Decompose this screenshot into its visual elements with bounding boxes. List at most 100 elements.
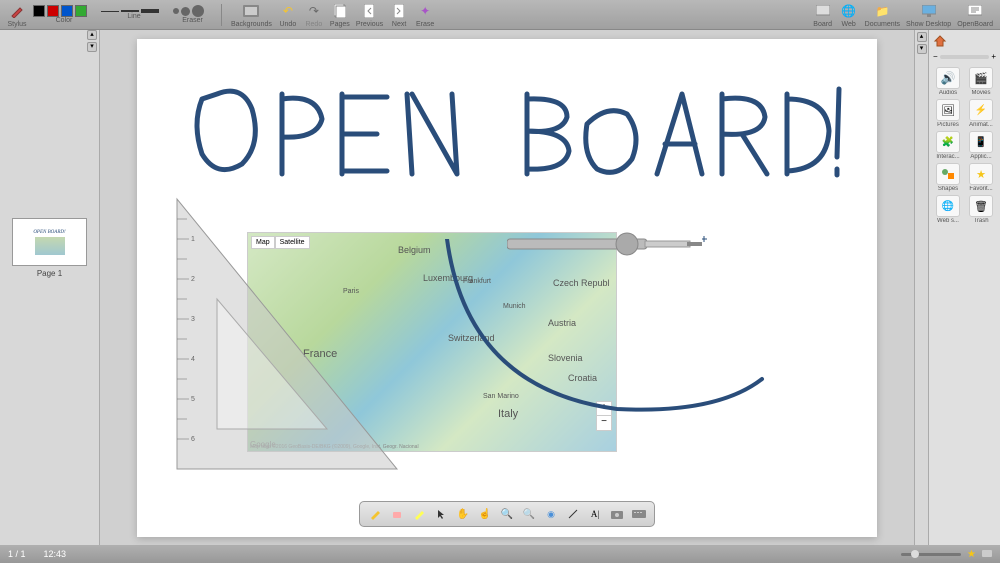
trash-icon: 🗑 — [974, 200, 988, 213]
erase-button[interactable]: ✦ Erase — [415, 1, 435, 28]
svg-text:1: 1 — [191, 236, 195, 243]
stylus-tool[interactable]: Stylus — [7, 1, 27, 28]
hand-button[interactable]: ✋ — [454, 505, 472, 523]
handwriting-text — [187, 69, 847, 199]
zoom-handle[interactable] — [911, 550, 919, 558]
next-button[interactable]: Next — [389, 1, 409, 28]
color-green[interactable] — [75, 5, 87, 17]
zoom-out-icon: 🔍 — [523, 509, 535, 520]
color-blue[interactable] — [61, 5, 73, 17]
library-grid: 🔊Audios 🎬Movies 🖼Pictures ⚡Animat... 🧩In… — [933, 67, 996, 224]
text-icon: A| — [591, 509, 599, 519]
pointer-icon — [435, 508, 447, 520]
backgrounds-button[interactable]: Backgrounds — [231, 1, 272, 28]
panel-up-button[interactable]: ▴ — [87, 30, 97, 40]
zoom-out-button[interactable]: 🔍 — [520, 505, 538, 523]
library-applications[interactable]: 📱Applic... — [966, 131, 996, 160]
slider-minus-icon[interactable]: − — [933, 52, 938, 61]
openboard-icon — [968, 5, 982, 17]
eraser-tool-button[interactable] — [388, 505, 406, 523]
eraser-med[interactable] — [181, 7, 190, 16]
openboard-menu-button[interactable]: OpenBoard — [957, 1, 993, 28]
line-icon — [567, 508, 579, 520]
web-icon: 🌐 — [942, 201, 954, 212]
library-trash[interactable]: 🗑Trash — [966, 195, 996, 224]
icon-size-slider[interactable] — [940, 55, 990, 59]
picture-icon: 🖼 — [941, 104, 955, 117]
whiteboard-canvas[interactable]: Map Satellite Belgium Luxembourg France … — [137, 39, 877, 537]
audio-icon: 🔊 — [941, 71, 956, 85]
pages-button[interactable]: Pages — [330, 1, 350, 28]
library-websearch[interactable]: 🌐Web s... — [933, 195, 963, 224]
zoom-in-button[interactable]: 🔍 — [498, 505, 516, 523]
bottom-toolbar: ✋ ☝ 🔍 🔍 ◉ A| — [359, 501, 655, 527]
undo-button[interactable]: ↶ Undo — [278, 1, 298, 28]
laser-button[interactable]: ◉ — [542, 505, 560, 523]
eraser-small[interactable] — [173, 8, 179, 14]
previous-button[interactable]: Previous — [356, 1, 383, 28]
eraser-large[interactable] — [192, 5, 204, 17]
thumb-map-icon — [35, 237, 65, 255]
library-shapes[interactable]: Shapes — [933, 163, 963, 192]
side-up-button[interactable]: ▴ — [917, 32, 927, 42]
color-black[interactable] — [33, 5, 45, 17]
board-icon — [816, 5, 830, 17]
finger-button[interactable]: ☝ — [476, 505, 494, 523]
show-desktop-button[interactable]: Show Desktop — [906, 1, 951, 28]
side-down-button[interactable]: ▾ — [917, 44, 927, 54]
erase-icon: ✦ — [420, 4, 430, 18]
backgrounds-icon — [243, 5, 259, 17]
globe-icon: 🌐 — [841, 4, 856, 18]
clock: 12:43 — [44, 549, 67, 559]
color-picker: Color — [33, 5, 95, 24]
pages-panel: ▴ ▾ OPEN BOARD! Page 1 — [0, 30, 100, 545]
separator — [221, 4, 222, 26]
redo-icon: ↷ — [309, 4, 319, 18]
star-icon: ★ — [976, 168, 986, 181]
hand-icon: ✋ — [457, 509, 469, 520]
library-favorites[interactable]: ★Favorit... — [966, 163, 996, 192]
camera-icon — [611, 509, 623, 519]
slider-plus-icon[interactable]: + — [991, 52, 996, 61]
line-med[interactable] — [121, 10, 139, 12]
library-pictures[interactable]: 🖼Pictures — [933, 99, 963, 128]
pointer-button[interactable] — [432, 505, 450, 523]
library-animations[interactable]: ⚡Animat... — [966, 99, 996, 128]
compass-tool[interactable] — [507, 214, 707, 274]
highlighter-button[interactable] — [410, 505, 428, 523]
pen-tool-button[interactable] — [366, 505, 384, 523]
panel-down-button[interactable]: ▾ — [87, 42, 97, 52]
library-interactivities[interactable]: 🧩Interac... — [933, 131, 963, 160]
text-button[interactable]: A| — [586, 505, 604, 523]
finger-icon: ☝ — [479, 509, 491, 520]
shapes-icon — [941, 168, 955, 180]
line-thin[interactable] — [101, 11, 119, 12]
page-thumbnail[interactable]: OPEN BOARD! — [12, 218, 87, 266]
library-panel: − + 🔊Audios 🎬Movies 🖼Pictures ⚡Animat...… — [928, 30, 1000, 545]
status-keyboard-icon[interactable] — [982, 549, 992, 559]
line-button[interactable] — [564, 505, 582, 523]
keyboard-button[interactable] — [630, 505, 648, 523]
triangle-ruler-tool[interactable]: 123456 — [157, 189, 417, 479]
library-movies[interactable]: 🎬Movies — [966, 67, 996, 96]
laser-icon: ◉ — [547, 509, 555, 520]
pen-icon — [10, 4, 24, 18]
eraser-size: Eraser — [173, 5, 212, 24]
home-icon[interactable] — [933, 34, 947, 48]
capture-button[interactable] — [608, 505, 626, 523]
zoom-in-icon: 🔍 — [501, 509, 513, 520]
redo-button[interactable]: ↷ Redo — [304, 1, 324, 28]
status-bar: 1 / 1 12:43 ★ — [0, 545, 1000, 563]
favorite-star-icon[interactable]: ★ — [967, 549, 976, 560]
color-red[interactable] — [47, 5, 59, 17]
zoom-slider[interactable] — [901, 553, 961, 556]
library-audios[interactable]: 🔊Audios — [933, 67, 963, 96]
line-thick[interactable] — [141, 9, 159, 13]
documents-button[interactable]: 📁 Documents — [865, 1, 900, 28]
folder-icon: 📁 — [875, 5, 889, 18]
web-mode-button[interactable]: 🌐 Web — [839, 1, 859, 28]
board-mode-button[interactable]: Board — [813, 1, 833, 28]
keyboard-icon — [632, 509, 646, 519]
line-width: Line — [101, 9, 167, 20]
top-toolbar: Stylus Color Line Eraser Backgrounds ↶ — [0, 0, 1000, 30]
